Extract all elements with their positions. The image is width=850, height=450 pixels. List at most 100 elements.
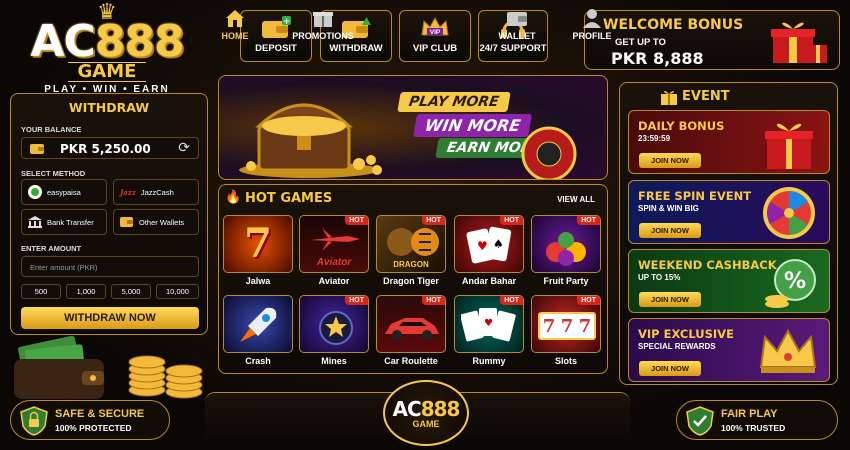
money-wallet-image <box>14 335 203 399</box>
svg-text:♥: ♥ <box>484 318 493 329</box>
promo-banner[interactable]: PLAY MORE WIN MORE EARN MORE <box>218 75 608 180</box>
event-title: EVENT <box>682 89 730 104</box>
quick-amount-500[interactable]: 500 <box>21 284 61 299</box>
balance-label: YOUR BALANCE <box>21 125 82 134</box>
brand-logo[interactable]: ♛ AC888 GAME PLAY • WIN • EARN <box>8 2 206 96</box>
event-card-weekend-cashback[interactable]: WEEKEND CASHBACK UP TO 15% JOIN NOW % <box>628 249 830 313</box>
method-bank-transfer[interactable]: Bank Transfer <box>21 209 107 235</box>
method-label-jazzcash: JazzCash <box>140 187 174 197</box>
event-countdown: 23:59:59 <box>638 134 671 143</box>
game-tile-crash[interactable] <box>223 295 293 353</box>
crown-icon <box>759 328 817 373</box>
nav-profile[interactable]: PROFILE <box>557 8 627 41</box>
playing-cards-icon: ♥ ♠ <box>466 226 512 264</box>
game-tile-car-roulette[interactable]: HOT <box>376 295 446 353</box>
hot-badge: HOT <box>577 296 600 305</box>
game-tile-dragon-tiger[interactable]: HOT DRAGON <box>376 215 446 273</box>
refresh-icon[interactable]: ⟳ <box>178 140 190 156</box>
game-name-rummy: Rummy <box>472 356 506 366</box>
quick-amount-1000[interactable]: 1,000 <box>66 284 106 299</box>
vip-club-label: VIP CLUB <box>412 43 458 54</box>
treasure-chest-image <box>239 103 382 178</box>
event-title-daily-bonus: DAILY BONUS <box>638 119 725 133</box>
fire-icon: 🔥 <box>225 190 242 205</box>
quick-amount-10000[interactable]: 10,000 <box>156 284 199 299</box>
bank-icon <box>28 216 42 228</box>
nav-promotions[interactable]: PROMOTIONS <box>288 8 358 41</box>
user-icon <box>557 8 627 28</box>
event-sub-free-spin: SPIN & WIN BIG <box>638 204 699 213</box>
join-now-button[interactable]: JOIN NOW <box>639 292 701 307</box>
fair-play-title: FAIR PLAY <box>721 408 778 420</box>
nav-wallet-label: WALLET <box>498 31 536 41</box>
brand-name: AC <box>30 16 95 67</box>
fair-play-badge: FAIR PLAY 100% TRUSTED <box>676 400 838 440</box>
crown-icon: VIP <box>400 15 470 41</box>
gift-icon <box>661 91 677 105</box>
event-card-daily-bonus[interactable]: DAILY BONUS 23:59:59 JOIN NOW <box>628 110 830 174</box>
game-tile-slots[interactable]: HOT 777 <box>531 295 601 353</box>
game-tile-jalwa[interactable]: 7 <box>223 215 293 273</box>
method-jazzcash[interactable]: Jazz JazzCash <box>113 179 199 205</box>
event-title-free-spin: FREE SPIN EVENT <box>638 189 752 203</box>
roulette-icon <box>521 126 577 179</box>
percent-coin-icon: % <box>765 259 816 308</box>
bottom-brand-name: AC <box>392 397 422 421</box>
event-card-vip-exclusive[interactable]: VIP EXCLUSIVE SPECIAL REWARDS JOIN NOW <box>628 318 830 382</box>
withdraw-panel: WITHDRAW YOUR BALANCE PKR 5,250.00 ⟳ SEL… <box>10 93 208 335</box>
svg-text:%: % <box>784 269 806 294</box>
fair-play-sub: 100% TRUSTED <box>721 423 786 433</box>
nav-home[interactable]: HOME <box>200 8 270 41</box>
game-name-aviator: Aviator <box>318 276 350 286</box>
event-card-free-spin[interactable]: FREE SPIN EVENT SPIN & WIN BIG JOIN NOW <box>628 180 830 244</box>
spin-wheel-icon <box>763 187 815 239</box>
game-name-andar-bahar: Andar Bahar <box>461 276 516 286</box>
join-now-button[interactable]: JOIN NOW <box>639 361 701 376</box>
fruit-icon <box>546 232 586 266</box>
bottom-brand-number: 888 <box>420 397 461 421</box>
svg-text:♥: ♥ <box>477 239 488 253</box>
bottom-brand-logo[interactable]: AC888 GAME <box>383 380 469 446</box>
game-name-slots: Slots <box>554 356 577 366</box>
support-label: 24/7 SUPPORT <box>479 43 547 54</box>
jazzcash-icon: Jazz <box>120 187 136 197</box>
amount-input[interactable]: Enter amount (PKR) <box>21 256 199 277</box>
wallet-icon <box>482 8 552 28</box>
dragon-tiger-icon <box>387 228 439 256</box>
brand-game: GAME <box>67 62 147 82</box>
banner-play-more: PLAY MORE <box>397 92 511 112</box>
game-tile-fruit-party[interactable]: HOT <box>531 215 601 273</box>
dragon-logo-text: DRAGON <box>393 260 429 269</box>
game-tile-andar-bahar[interactable]: HOT ♥ ♠ <box>454 215 524 273</box>
gift-box-icon <box>771 22 827 63</box>
withdraw-now-button[interactable]: WITHDRAW NOW <box>21 307 199 329</box>
method-other-wallets[interactable]: Other Wallets <box>113 209 199 235</box>
method-easypaisa[interactable]: easypaisa <box>21 179 107 205</box>
safe-secure-sub: 100% PROTECTED <box>55 423 132 433</box>
playing-cards-icon: ♥ <box>461 308 516 342</box>
bomb-star-icon <box>319 311 353 345</box>
join-now-button[interactable]: JOIN NOW <box>639 223 701 238</box>
wallet-icon <box>120 217 133 227</box>
event-sub-vip: SPECIAL REWARDS <box>638 342 716 351</box>
method-label-other: Other Wallets <box>139 217 185 227</box>
rocket-icon <box>240 307 277 342</box>
brand-number: 888 <box>94 16 185 67</box>
vip-badge-text: VIP <box>430 29 441 36</box>
nav-wallet[interactable]: WALLET <box>482 8 552 41</box>
game-name-car-roulette: Car Roulette <box>384 356 438 366</box>
game-tile-rummy[interactable]: HOT ♥ <box>454 295 524 353</box>
easypaisa-icon <box>28 185 42 199</box>
game-name-dragon-tiger: Dragon Tiger <box>383 276 439 286</box>
join-now-button[interactable]: JOIN NOW <box>639 153 701 168</box>
withdraw-title: WITHDRAW <box>68 100 150 115</box>
nav-home-label: HOME <box>221 31 249 41</box>
hot-badge: HOT <box>422 296 445 305</box>
game-tile-mines[interactable]: HOT <box>299 295 369 353</box>
view-all-link[interactable]: VIEW ALL <box>557 195 595 204</box>
quick-amount-5000[interactable]: 5,000 <box>111 284 151 299</box>
game-tile-aviator[interactable]: HOT Aviator <box>299 215 369 273</box>
gift-box-icon <box>765 123 813 169</box>
plane-icon <box>310 228 360 251</box>
vip-club-button[interactable]: VIP VIP CLUB <box>399 10 471 62</box>
